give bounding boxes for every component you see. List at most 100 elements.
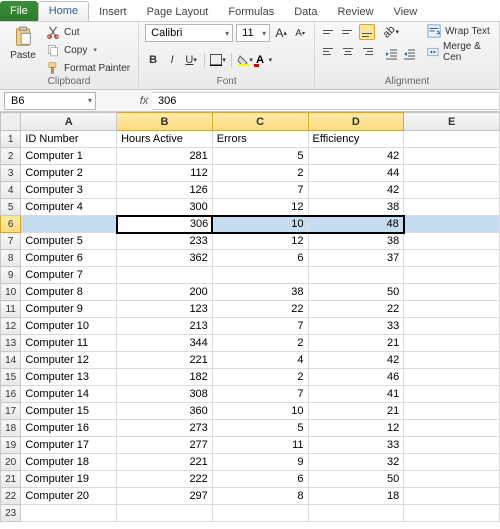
cell[interactable]	[404, 250, 500, 267]
cut-button[interactable]: Cut	[44, 24, 132, 40]
cell[interactable]: 21	[308, 403, 404, 420]
cell[interactable]: Computer 10	[21, 318, 117, 335]
cell[interactable]: 2	[212, 369, 308, 386]
row-head[interactable]: 16	[1, 386, 21, 403]
font-size-combo[interactable]: 11 ▾	[236, 24, 270, 42]
cell[interactable]	[21, 505, 117, 522]
cell[interactable]: 126	[117, 182, 213, 199]
cell[interactable]	[404, 352, 500, 369]
row-head[interactable]: 20	[1, 454, 21, 471]
cell[interactable]: 4	[212, 352, 308, 369]
cell[interactable]: Computer 3	[21, 182, 117, 199]
cell[interactable]: 221	[117, 352, 213, 369]
cell[interactable]: 21	[308, 335, 404, 352]
tab-insert[interactable]: Insert	[89, 3, 137, 21]
cell[interactable]: Hours Active	[117, 131, 213, 148]
cell[interactable]: Computer 18	[21, 454, 117, 471]
cell[interactable]: 182	[117, 369, 213, 386]
row-head[interactable]: 17	[1, 403, 21, 420]
cell[interactable]	[404, 301, 500, 318]
fill-color-button[interactable]: ▾	[237, 52, 253, 68]
formula-input[interactable]: 306	[152, 92, 500, 110]
cell[interactable]: Computer 20	[21, 488, 117, 505]
cell[interactable]	[404, 437, 500, 454]
cell[interactable]: 33	[308, 437, 404, 454]
cell[interactable]	[404, 335, 500, 352]
cell[interactable]: Computer 7	[21, 267, 117, 284]
cell[interactable]: 12	[212, 199, 308, 216]
align-left-button[interactable]	[321, 43, 337, 59]
cell[interactable]	[308, 505, 404, 522]
cell[interactable]: Computer 8	[21, 284, 117, 301]
cell[interactable]: Computer 14	[21, 386, 117, 403]
col-head-C[interactable]: C	[212, 113, 308, 131]
cell[interactable]: Computer 11	[21, 335, 117, 352]
row-head[interactable]: 22	[1, 488, 21, 505]
row-head[interactable]: 18	[1, 420, 21, 437]
row-head[interactable]: 14	[1, 352, 21, 369]
format-painter-button[interactable]: Format Painter	[44, 60, 132, 76]
cell[interactable]: 22	[212, 301, 308, 318]
cell[interactable]	[404, 148, 500, 165]
cell[interactable]: 38	[212, 284, 308, 301]
cell[interactable]: 6	[212, 250, 308, 267]
cell[interactable]	[404, 216, 500, 233]
tab-home[interactable]: Home	[38, 1, 89, 21]
cell[interactable]: 123	[117, 301, 213, 318]
cell[interactable]: 308	[117, 386, 213, 403]
cell[interactable]: 10	[212, 403, 308, 420]
cell[interactable]: 297	[117, 488, 213, 505]
row-head[interactable]: 4	[1, 182, 21, 199]
row-head[interactable]: 21	[1, 471, 21, 488]
cell[interactable]: Computer 17	[21, 437, 117, 454]
row-head[interactable]: 10	[1, 284, 21, 301]
cell[interactable]: 42	[308, 148, 404, 165]
cell[interactable]	[404, 165, 500, 182]
cell[interactable]: 44	[308, 165, 404, 182]
cell[interactable]	[404, 131, 500, 148]
row-head[interactable]: 5	[1, 199, 21, 216]
cell[interactable]	[404, 471, 500, 488]
wrap-text-button[interactable]: Wrap Text	[427, 24, 493, 38]
row-head[interactable]: 11	[1, 301, 21, 318]
cell[interactable]: 213	[117, 318, 213, 335]
col-head-E[interactable]: E	[404, 113, 500, 131]
cell[interactable]: 222	[117, 471, 213, 488]
font-name-combo[interactable]: Calibri ▾	[145, 24, 233, 42]
cell[interactable]: Computer 19	[21, 471, 117, 488]
cell[interactable]: Computer 15	[21, 403, 117, 420]
tab-data[interactable]: Data	[284, 3, 327, 21]
cell[interactable]: 281	[117, 148, 213, 165]
cell[interactable]	[308, 267, 404, 284]
border-button[interactable]: ▾	[210, 52, 226, 68]
cell[interactable]: 112	[117, 165, 213, 182]
cell[interactable]	[404, 284, 500, 301]
cell[interactable]: 2	[212, 165, 308, 182]
cell[interactable]: Computer 1	[21, 148, 117, 165]
align-top-button[interactable]	[321, 24, 337, 40]
row-head[interactable]: 2	[1, 148, 21, 165]
cell[interactable]: 37	[308, 250, 404, 267]
font-color-button[interactable]: A▾	[256, 52, 272, 68]
cell[interactable]: 7	[212, 386, 308, 403]
cell[interactable]: 221	[117, 454, 213, 471]
cell[interactable]: 233	[117, 233, 213, 250]
cell[interactable]	[21, 216, 117, 233]
align-bottom-button[interactable]	[359, 24, 375, 40]
cell[interactable]: 12	[308, 420, 404, 437]
cell[interactable]: 18	[308, 488, 404, 505]
cell[interactable]	[404, 369, 500, 386]
select-all-corner[interactable]	[1, 113, 21, 131]
bold-button[interactable]: B	[145, 52, 161, 68]
cell[interactable]	[117, 267, 213, 284]
cell[interactable]: 5	[212, 420, 308, 437]
cell[interactable]: 9	[212, 454, 308, 471]
row-head[interactable]: 19	[1, 437, 21, 454]
cell[interactable]	[404, 386, 500, 403]
row-head[interactable]: 12	[1, 318, 21, 335]
italic-button[interactable]: I	[164, 52, 180, 68]
cell[interactable]	[404, 199, 500, 216]
cell[interactable]: 46	[308, 369, 404, 386]
paste-button[interactable]: Paste	[6, 24, 40, 61]
cell[interactable]: 38	[308, 233, 404, 250]
